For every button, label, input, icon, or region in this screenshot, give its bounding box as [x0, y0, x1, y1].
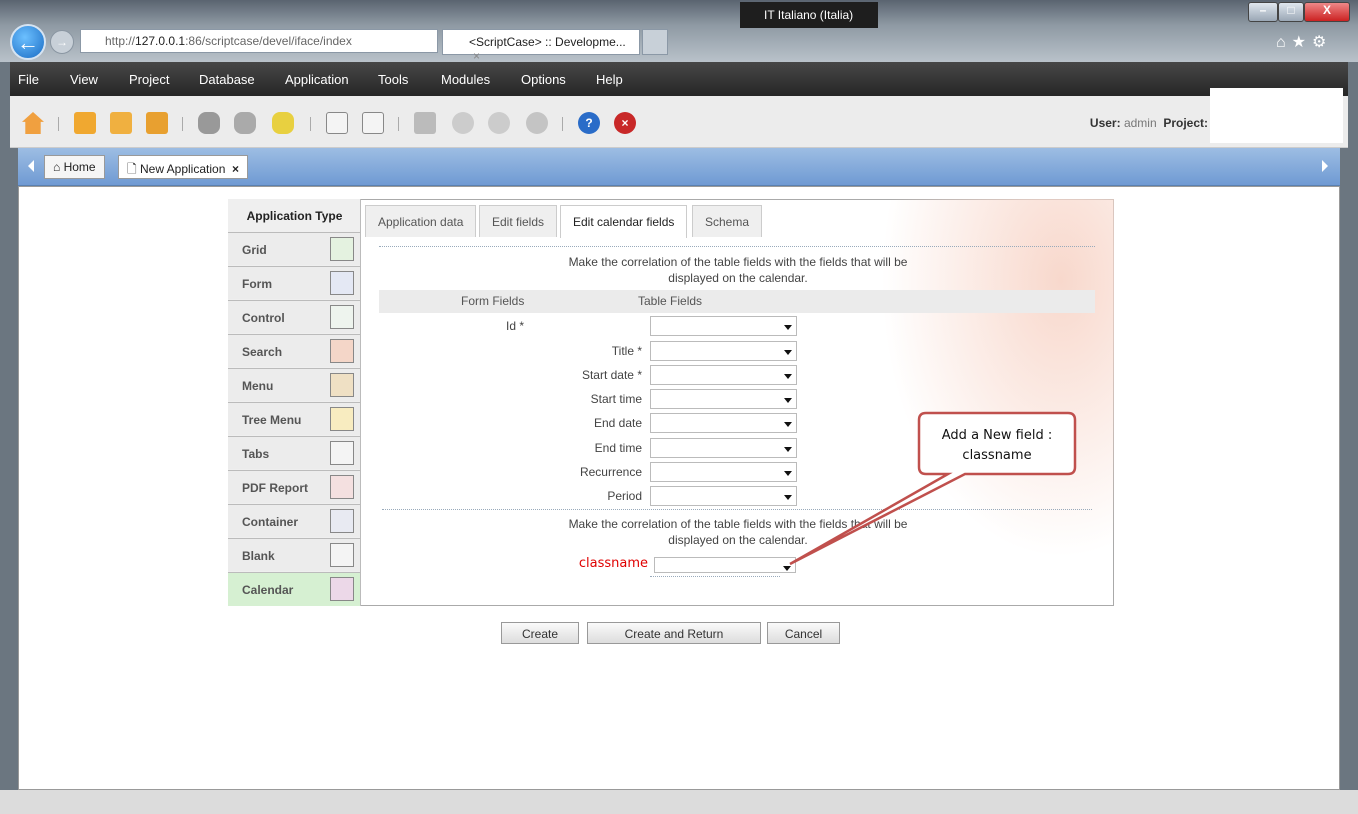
- callout-note: Add a New field : classname: [941, 428, 1053, 463]
- callout-arrow: [789, 411, 1077, 566]
